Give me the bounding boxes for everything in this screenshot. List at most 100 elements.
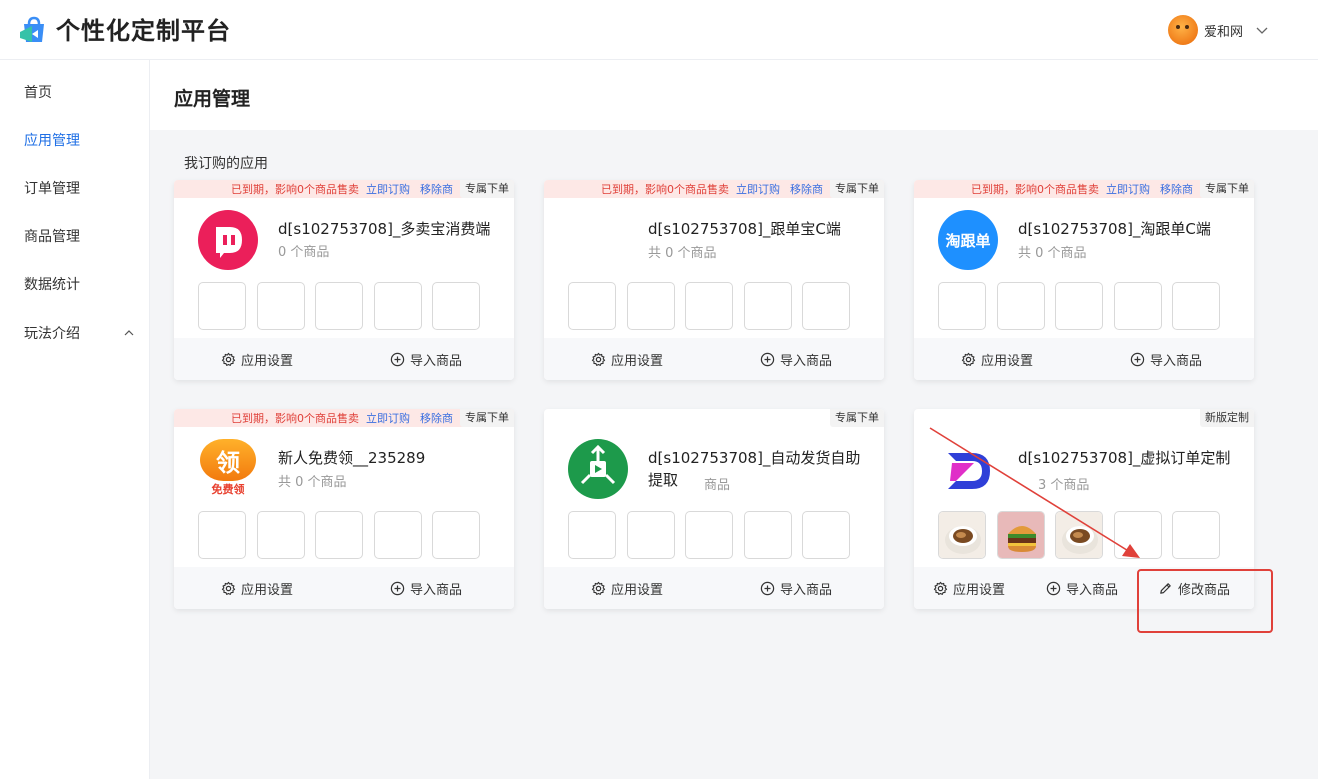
product-slot[interactable]	[373, 282, 422, 330]
app-name: d[s102753708]_淘跟单C端	[1018, 220, 1211, 238]
app-settings-button[interactable]: 应用设置	[221, 350, 293, 369]
product-slots	[568, 511, 861, 559]
subscribe-link[interactable]: 立即订购	[366, 410, 410, 426]
plus-circle-icon	[390, 352, 405, 367]
product-slot[interactable]	[256, 511, 305, 559]
import-products-label: 导入商品	[780, 583, 833, 598]
remove-link[interactable]: 移除商	[420, 181, 453, 197]
sidebar-item-home[interactable]: 首页	[24, 83, 134, 103]
product-slot[interactable]	[685, 511, 733, 559]
plus-circle-icon	[760, 352, 775, 367]
product-slot-burger[interactable]	[996, 511, 1045, 559]
edit-products-button[interactable]: 修改商品	[1158, 579, 1230, 598]
product-slot[interactable]	[996, 282, 1045, 330]
product-slot[interactable]	[1055, 282, 1103, 330]
subscribe-link[interactable]: 立即订购	[366, 181, 410, 197]
product-slot[interactable]	[626, 282, 675, 330]
app-card: 已到期，影响0个商品售卖 立即订购 移除商 专属下单 d[s102753708]…	[544, 180, 884, 380]
product-slots	[198, 511, 491, 559]
burger-thumbnail-icon	[997, 512, 1044, 558]
remove-link[interactable]: 移除商	[1160, 181, 1193, 197]
app-settings-button[interactable]: 应用设置	[591, 579, 663, 598]
product-slots	[568, 282, 861, 330]
import-products-button[interactable]: 导入商品	[760, 350, 832, 369]
card-footer: 应用设置 导入商品 修改商品	[914, 567, 1254, 609]
card-tag: 专属下单	[460, 409, 514, 427]
product-slot[interactable]	[373, 511, 422, 559]
app-name: d[s102753708]_虚拟订单定制	[1018, 449, 1231, 467]
app-card: 已到期，影响0个商品售卖 立即订购 移除商 专属下单 领 免费领 新人免费领__…	[174, 409, 514, 609]
product-slot[interactable]	[432, 511, 480, 559]
product-slot[interactable]	[432, 282, 480, 330]
import-products-button[interactable]: 导入商品	[760, 579, 832, 598]
top-bar: 个性化定制平台 爱和网	[0, 0, 1318, 60]
subscribe-link[interactable]: 立即订购	[1106, 181, 1150, 197]
product-slot[interactable]	[743, 282, 792, 330]
import-products-button[interactable]: 导入商品	[1046, 579, 1118, 598]
product-slots	[938, 511, 1231, 559]
mianfeiling-logo-icon: 领 免费领	[198, 439, 258, 499]
product-slot[interactable]	[568, 511, 616, 559]
product-slot[interactable]	[802, 511, 850, 559]
import-products-button[interactable]: 导入商品	[390, 350, 462, 369]
product-slot[interactable]	[685, 282, 733, 330]
product-slot[interactable]	[1113, 282, 1162, 330]
import-products-button[interactable]: 导入商品	[1130, 350, 1202, 369]
app-settings-button[interactable]: 应用设置	[933, 579, 1005, 598]
app-name: d[s102753708]_多卖宝消费端 0 个商品	[278, 218, 492, 264]
remove-link[interactable]: 移除商	[790, 181, 823, 197]
product-slot[interactable]	[802, 282, 850, 330]
product-slot[interactable]	[198, 282, 246, 330]
product-slot-coffee[interactable]	[1055, 511, 1103, 559]
import-products-button[interactable]: 导入商品	[390, 579, 462, 598]
product-slot[interactable]	[198, 511, 246, 559]
product-slot[interactable]	[315, 282, 363, 330]
coffee-thumbnail-icon	[1056, 512, 1102, 558]
import-products-label: 导入商品	[1066, 583, 1119, 598]
coffee-thumbnail-icon	[939, 512, 985, 558]
pencil-icon	[1160, 583, 1171, 594]
product-slot-coffee[interactable]	[938, 511, 986, 559]
gear-icon	[221, 581, 236, 595]
gear-icon	[961, 352, 976, 366]
card-footer: 应用设置 导入商品	[914, 338, 1254, 380]
sidebar-item-gameplay[interactable]: 玩法介绍	[24, 323, 134, 343]
sidebar-item-product-management[interactable]: 商品管理	[24, 227, 134, 247]
sidebar-item-app-management[interactable]: 应用管理	[24, 131, 134, 151]
product-slot[interactable]	[1172, 511, 1220, 559]
app-name: d[s102753708]_自动发货自助提取	[648, 449, 861, 489]
app-settings-button[interactable]: 应用设置	[221, 579, 293, 598]
product-slot[interactable]	[1172, 282, 1220, 330]
username[interactable]: 爱和网	[1204, 21, 1243, 40]
gear-icon	[933, 581, 948, 595]
avatar[interactable]	[1168, 15, 1198, 45]
product-slots	[198, 282, 491, 330]
app-settings-label: 应用设置	[981, 354, 1034, 369]
product-slot[interactable]	[626, 511, 675, 559]
app-settings-button[interactable]: 应用设置	[591, 350, 663, 369]
remove-link[interactable]: 移除商	[420, 410, 453, 426]
sidebar-item-statistics[interactable]: 数据统计	[24, 275, 134, 295]
subscribe-link[interactable]: 立即订购	[736, 181, 780, 197]
user-menu[interactable]: 爱和网	[1168, 14, 1269, 46]
product-count: 共 0 个商品	[1018, 246, 1087, 261]
product-slot[interactable]	[743, 511, 792, 559]
expired-warning-text: 已到期，影响0个商品售卖	[601, 183, 729, 196]
app-settings-button[interactable]: 应用设置	[961, 350, 1033, 369]
card-tag: 专属下单	[830, 180, 884, 198]
product-slot[interactable]	[938, 282, 986, 330]
sidebar: 首页 应用管理 订单管理 商品管理 数据统计 玩法介绍	[0, 60, 150, 779]
gear-icon	[591, 581, 606, 595]
product-slot[interactable]	[568, 282, 616, 330]
product-slot[interactable]	[1113, 511, 1162, 559]
chevron-up-icon[interactable]	[124, 328, 134, 338]
logo-text: 淘跟单	[945, 231, 991, 250]
product-slot[interactable]	[315, 511, 363, 559]
product-slot[interactable]	[256, 282, 305, 330]
chevron-down-icon[interactable]	[1255, 23, 1269, 37]
page-header: 应用管理	[150, 60, 1318, 130]
import-products-label: 导入商品	[410, 583, 463, 598]
sidebar-item-order-management[interactable]: 订单管理	[24, 179, 134, 199]
app-title: 个性化定制平台	[56, 17, 231, 45]
app-settings-label: 应用设置	[611, 583, 664, 598]
